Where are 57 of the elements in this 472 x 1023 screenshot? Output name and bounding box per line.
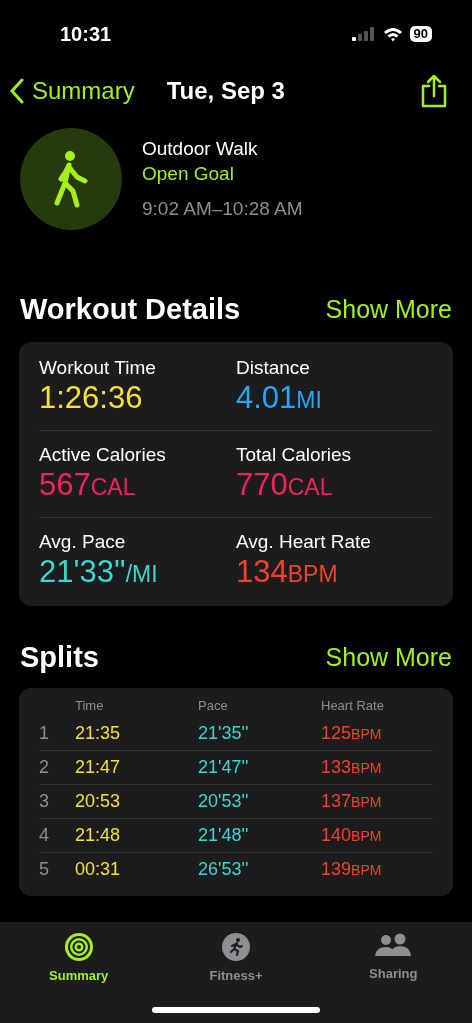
tab-bar-item[interactable]: Sharing <box>314 932 472 986</box>
column-header: Pace <box>198 697 229 716</box>
split-number: 3 <box>39 790 50 813</box>
metric-value: 770CAL <box>236 467 334 504</box>
wifi-icon <box>382 26 403 42</box>
show-more-link[interactable]: Show More <box>325 291 452 329</box>
signal-icon <box>351 27 376 41</box>
split-number: 2 <box>39 756 50 779</box>
metric-label: Active Calories <box>39 443 167 467</box>
split-time: 00:31 <box>75 858 122 881</box>
metric-label: Distance <box>236 356 311 380</box>
split-pace: 21'35'' <box>198 721 250 745</box>
workout-name: Outdoor Walk <box>142 137 259 161</box>
back-button[interactable]: Summary <box>10 73 135 109</box>
nav-title: Tue, Sep 3 <box>166 76 285 106</box>
chevron-left-icon <box>10 78 24 104</box>
battery-indicator: 90 <box>409 26 432 42</box>
metric-value: 21'33''/MI <box>39 554 159 591</box>
split-heart-rate: 140BPM <box>321 824 383 847</box>
show-more-link[interactable]: Show More <box>325 639 452 677</box>
split-time: 20:53 <box>75 790 122 813</box>
tab-bar-item[interactable]: Summary <box>0 932 158 986</box>
workout-goal: Open Goal <box>142 162 235 186</box>
section-title: Workout Details <box>20 292 241 328</box>
split-heart-rate: 137BPM <box>321 790 383 813</box>
split-time: 21:35 <box>75 721 122 745</box>
rings-icon <box>63 932 94 962</box>
split-pace: 26'53'' <box>198 858 250 881</box>
share-button[interactable] <box>420 74 448 108</box>
split-number: 5 <box>39 858 50 881</box>
metric-value: 1:26:36 <box>39 380 144 416</box>
metric-label: Total Calories <box>236 443 353 467</box>
split-pace: 21'47'' <box>198 756 250 779</box>
split-number: 1 <box>39 721 50 745</box>
metric-label: Avg. Pace <box>39 530 127 554</box>
split-number: 4 <box>39 824 50 847</box>
metric-label: Workout Time <box>39 356 157 380</box>
status-time: 10:31 <box>60 22 112 47</box>
split-pace: 21'48'' <box>198 824 250 847</box>
runner-icon <box>221 932 251 962</box>
metric-label: Avg. Heart Rate <box>236 530 372 554</box>
walker-icon <box>51 149 91 209</box>
column-header: Heart Rate <box>321 697 385 716</box>
split-heart-rate: 139BPM <box>321 858 383 881</box>
metric-value: 134BPM <box>236 554 339 591</box>
split-time: 21:48 <box>75 824 122 847</box>
share-icon <box>420 74 448 108</box>
section-title: Splits <box>20 640 99 676</box>
split-pace: 20'53'' <box>198 790 250 813</box>
metric-value: 567CAL <box>39 467 137 504</box>
metric-value: 4.01MI <box>236 380 323 417</box>
split-heart-rate: 125BPM <box>321 721 383 745</box>
tab-bar-item[interactable]: Fitness+ <box>157 932 315 986</box>
column-header: Time <box>75 697 105 716</box>
split-heart-rate: 133BPM <box>321 756 383 779</box>
split-time: 21:47 <box>75 756 122 779</box>
workout-time-range: 9:02 AM–10:28 AM <box>142 197 303 221</box>
